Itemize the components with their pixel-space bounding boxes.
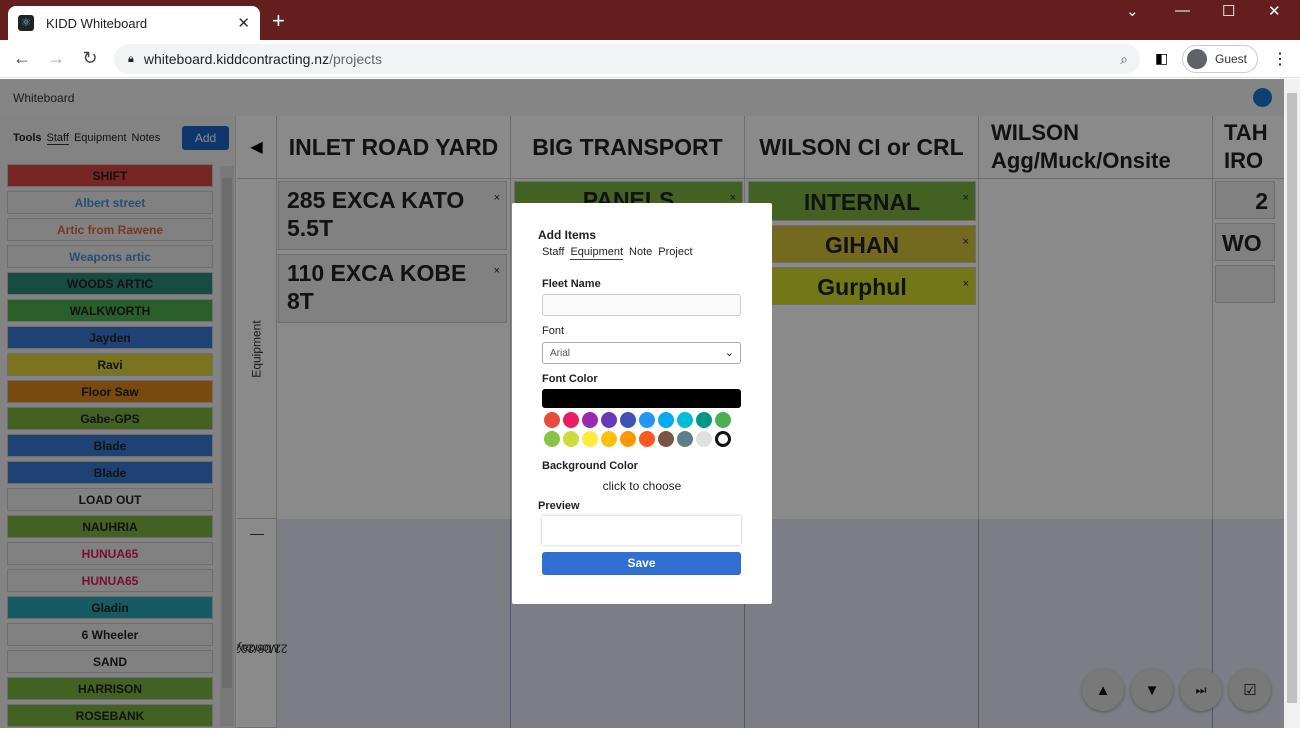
color-palette bbox=[544, 412, 740, 447]
menu-icon[interactable]: ⋮ bbox=[1272, 49, 1288, 69]
tab-title: KIDD Whiteboard bbox=[46, 15, 148, 31]
color-swatch[interactable] bbox=[620, 431, 636, 447]
font-select[interactable]: Arial ⌄ bbox=[542, 342, 741, 364]
profile-button[interactable]: Guest bbox=[1182, 45, 1258, 73]
reload-icon[interactable]: ↻ bbox=[74, 48, 106, 69]
color-swatch[interactable] bbox=[658, 412, 674, 428]
side-panel-icon[interactable]: ◧ bbox=[1155, 50, 1168, 67]
color-swatch[interactable] bbox=[696, 412, 712, 428]
color-swatch[interactable] bbox=[601, 431, 617, 447]
fleet-name-input[interactable] bbox=[542, 294, 741, 316]
background-color-choose[interactable]: click to choose bbox=[512, 479, 772, 493]
browser-tabstrip: ⚛ KIDD Whiteboard ✕ + ⌄ — ☐ ✕ bbox=[0, 0, 1300, 40]
page-scroll-thumb[interactable] bbox=[1287, 93, 1297, 703]
address-bar-row: ← → ↻ 🔒︎ whiteboard.kiddcontracting.nz/p… bbox=[0, 40, 1300, 78]
avatar-icon bbox=[1187, 49, 1207, 69]
tab-note[interactable]: Note bbox=[629, 246, 652, 260]
font-color-label: Font Color bbox=[542, 373, 598, 385]
back-icon[interactable]: ← bbox=[6, 48, 38, 69]
color-swatch[interactable] bbox=[582, 431, 598, 447]
dialog-tabs: Staff Equipment Note Project bbox=[542, 246, 693, 260]
preview-box bbox=[542, 516, 741, 545]
color-swatch[interactable] bbox=[544, 431, 560, 447]
minimize-icon[interactable]: — bbox=[1175, 2, 1190, 19]
color-swatch[interactable] bbox=[582, 412, 598, 428]
fleet-name-label: Fleet Name bbox=[542, 278, 601, 290]
save-button[interactable]: Save bbox=[542, 552, 741, 575]
color-swatch[interactable] bbox=[620, 412, 636, 428]
color-swatch[interactable] bbox=[677, 431, 693, 447]
add-items-dialog: Add Items Staff Equipment Note Project F… bbox=[512, 203, 772, 604]
chevron-down-icon: ⌄ bbox=[724, 347, 734, 359]
profile-label: Guest bbox=[1215, 52, 1248, 66]
color-swatch[interactable] bbox=[601, 412, 617, 428]
color-swatch[interactable] bbox=[544, 412, 560, 428]
color-swatch[interactable] bbox=[696, 431, 712, 447]
tab-project[interactable]: Project bbox=[658, 246, 692, 260]
background-color-label: Background Color bbox=[542, 460, 638, 472]
new-tab-button[interactable]: + bbox=[272, 8, 285, 34]
font-select-value: Arial bbox=[550, 348, 571, 359]
color-swatch[interactable] bbox=[639, 431, 655, 447]
color-swatch[interactable] bbox=[563, 431, 579, 447]
color-swatch[interactable] bbox=[715, 412, 731, 428]
color-swatch[interactable] bbox=[658, 431, 674, 447]
font-color-bar[interactable] bbox=[542, 389, 741, 408]
react-icon: ⚛ bbox=[18, 15, 34, 31]
color-swatch[interactable] bbox=[677, 412, 693, 428]
color-swatch[interactable] bbox=[715, 431, 731, 447]
tab-staff[interactable]: Staff bbox=[542, 246, 564, 260]
url-field[interactable]: 🔒︎ whiteboard.kiddcontracting.nz/project… bbox=[114, 44, 1140, 74]
maximize-icon[interactable]: ☐ bbox=[1222, 2, 1235, 20]
page-scrollbar[interactable] bbox=[1284, 79, 1300, 728]
browser-tab[interactable]: ⚛ KIDD Whiteboard ✕ bbox=[8, 6, 260, 40]
preview-label: Preview bbox=[538, 500, 580, 512]
url-host: whiteboard.kiddcontracting.nz bbox=[143, 51, 330, 67]
zoom-icon[interactable]: ⌕ bbox=[1120, 51, 1128, 68]
tab-equipment[interactable]: Equipment bbox=[570, 246, 624, 260]
font-label: Font bbox=[542, 325, 565, 337]
window-close-icon[interactable]: ✕ bbox=[1268, 2, 1281, 20]
lock-icon: 🔒︎ bbox=[128, 52, 134, 65]
forward-icon[interactable]: → bbox=[40, 48, 72, 69]
dialog-title: Add Items bbox=[538, 228, 597, 242]
color-swatch[interactable] bbox=[563, 412, 579, 428]
tab-close-icon[interactable]: ✕ bbox=[237, 14, 250, 32]
color-swatch[interactable] bbox=[639, 412, 655, 428]
url-path: /projects bbox=[329, 51, 383, 67]
tab-search-icon[interactable]: ⌄ bbox=[1126, 2, 1139, 20]
